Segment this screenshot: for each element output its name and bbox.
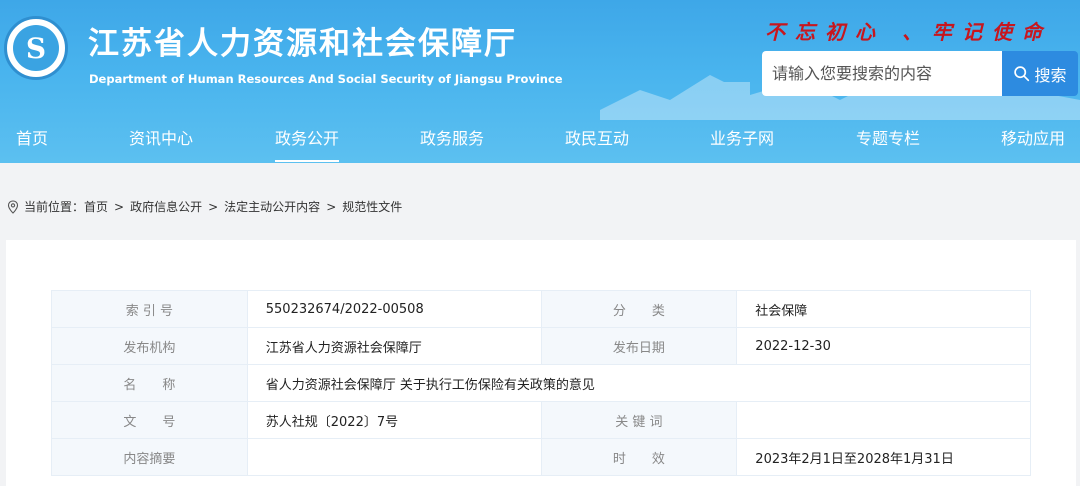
nav-item-news[interactable]: 资讯中心 xyxy=(129,118,193,163)
site-subtitle: Department of Human Resources And Social… xyxy=(89,72,563,86)
doc-name-label: 名 称 xyxy=(51,364,248,402)
publisher-label: 发布机构 xyxy=(51,327,248,365)
search-icon xyxy=(1014,66,1030,82)
slogan: 不忘初心 、牢记使命 xyxy=(765,20,1052,44)
publish-date-label: 发布日期 xyxy=(540,327,738,365)
site-title: 江苏省人力资源和社会保障厅 xyxy=(88,26,517,62)
search-button-label: 搜索 xyxy=(1034,65,1067,85)
document-metadata-table: 索 引 号 550232674/2022-00508 分 类 社会保障 发布机构… xyxy=(51,290,1032,476)
nav-item-gov-affairs-open[interactable]: 政务公开 xyxy=(275,118,340,163)
table-row: 索 引 号 550232674/2022-00508 分 类 社会保障 xyxy=(51,290,1031,328)
breadcrumb: 当前位置： 首页 > 政府信息公开 > 法定主动公开内容 > 规范性文件 xyxy=(6,198,402,215)
table-row: 名 称 省人力资源社会保障厅 关于执行工伤保险有关政策的意见 xyxy=(51,364,1032,402)
main-nav: 首页 资讯中心 政务公开 政务服务 政民互动 业务子网 专题专栏 移动应用 xyxy=(0,118,1080,163)
breadcrumb-separator: > xyxy=(114,199,125,214)
index-number-value: 550232674/2022-00508 xyxy=(246,290,542,328)
breadcrumb-item-gov-info-open[interactable]: 政府信息公开 xyxy=(130,198,202,215)
category-value: 社会保障 xyxy=(736,290,1031,328)
nav-item-home[interactable]: 首页 xyxy=(16,118,48,163)
category-label: 分 类 xyxy=(540,290,738,328)
summary-label: 内容摘要 xyxy=(51,438,248,476)
site-logo[interactable]: S xyxy=(4,16,68,80)
breadcrumb-item-home[interactable]: 首页 xyxy=(84,198,108,215)
breadcrumb-separator: > xyxy=(326,199,337,214)
nav-item-subsites[interactable]: 业务子网 xyxy=(710,118,774,163)
search-input[interactable] xyxy=(762,51,1002,96)
validity-value: 2023年2月1日至2028年1月31日 xyxy=(736,438,1031,476)
location-pin-icon xyxy=(7,199,19,214)
breadcrumb-item-statutory-content[interactable]: 法定主动公开内容 xyxy=(224,198,320,215)
breadcrumb-item-normative-docs[interactable]: 规范性文件 xyxy=(342,198,402,215)
doc-number-label: 文 号 xyxy=(51,401,248,439)
doc-name-value: 省人力资源社会保障厅 关于执行工伤保险有关政策的意见 xyxy=(246,364,1032,402)
publisher-value: 江苏省人力资源社会保障厅 xyxy=(246,327,542,365)
site-header: S 江苏省人力资源和社会保障厅 Department of Human Reso… xyxy=(0,0,1080,163)
nav-item-mobile[interactable]: 移动应用 xyxy=(1001,118,1065,163)
keywords-value xyxy=(736,401,1031,439)
breadcrumb-prefix: 当前位置： xyxy=(24,200,85,214)
summary-value xyxy=(246,438,542,476)
search-button[interactable]: 搜索 xyxy=(1002,51,1078,96)
logo-emblem-icon: S xyxy=(13,25,59,71)
index-number-label: 索 引 号 xyxy=(51,290,248,328)
table-row: 文 号 苏人社规〔2022〕7号 关 键 词 xyxy=(51,401,1031,439)
table-row: 内容摘要 时 效 2023年2月1日至2028年1月31日 xyxy=(51,438,1031,476)
publish-date-value: 2022-12-30 xyxy=(736,327,1031,365)
table-row: 发布机构 江苏省人力资源社会保障厅 发布日期 2022-12-30 xyxy=(51,327,1031,365)
doc-number-value: 苏人社规〔2022〕7号 xyxy=(246,401,542,439)
validity-label: 时 效 xyxy=(540,438,738,476)
nav-item-gov-services[interactable]: 政务服务 xyxy=(420,118,484,163)
nav-item-topics[interactable]: 专题专栏 xyxy=(856,118,920,163)
keywords-label: 关 键 词 xyxy=(540,401,738,439)
nav-item-interaction[interactable]: 政民互动 xyxy=(565,118,629,163)
breadcrumb-separator: > xyxy=(208,199,219,214)
